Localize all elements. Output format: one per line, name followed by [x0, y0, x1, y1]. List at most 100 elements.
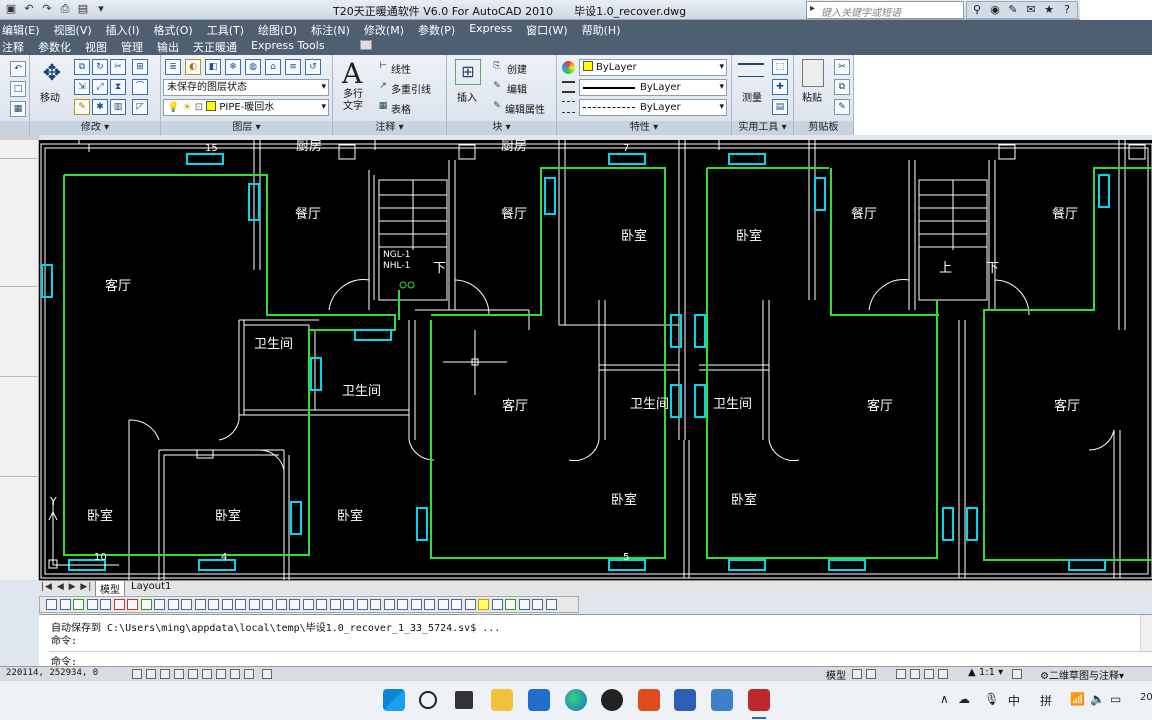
layer-freeze-icon[interactable]: ❄	[225, 59, 241, 75]
store-icon[interactable]	[528, 689, 550, 711]
insert-button[interactable]: 插入	[457, 89, 477, 104]
tz-tool-7-icon[interactable]	[140, 599, 152, 610]
tz-tool-17-icon[interactable]	[275, 599, 287, 610]
tz-tool-0-icon[interactable]	[46, 599, 57, 610]
measure-icon[interactable]	[738, 63, 764, 77]
current-layer-dropdown[interactable]: 💡 ☀ ⊡ PIPE-暖回水	[163, 99, 329, 116]
copy-clip-icon[interactable]: ⧉	[834, 79, 850, 95]
qp-toggle[interactable]	[262, 669, 272, 679]
tz-tool-16-icon[interactable]	[262, 599, 273, 610]
menu-item-2[interactable]: 插入(I)	[106, 22, 140, 38]
tz-tool-29-icon[interactable]	[437, 599, 449, 610]
dell-icon[interactable]	[601, 689, 623, 711]
tz-tool-32-icon[interactable]	[478, 599, 489, 610]
ribbon-tab-0[interactable]: 注释	[2, 39, 24, 55]
paste-icon[interactable]	[802, 59, 824, 87]
mirror-icon[interactable]: ⧗	[110, 79, 126, 95]
lwt-toggle[interactable]	[244, 669, 254, 679]
offset-icon[interactable]: ▥	[110, 99, 126, 115]
floor-plan[interactable]: 厨房 厨房 餐厅 餐厅 餐厅 餐厅 客厅 客厅 客厅 客厅 卧室 卧室 卧室 卧…	[39, 140, 1152, 580]
file-explorer-icon[interactable]	[491, 689, 513, 711]
menu-item-10[interactable]: 窗口(W)	[526, 22, 567, 38]
rectangle-icon[interactable]: □	[10, 81, 26, 97]
onedrive-icon[interactable]: ☁	[958, 692, 970, 706]
tz-tool-27-icon[interactable]	[410, 599, 422, 610]
menu-item-5[interactable]: 绘图(D)	[258, 22, 297, 38]
steering-wheel-icon[interactable]	[924, 669, 934, 679]
command-scrollbar[interactable]	[1140, 615, 1152, 651]
word-icon[interactable]	[674, 689, 696, 711]
tz-tool-6-icon[interactable]	[127, 599, 138, 610]
microphone-icon[interactable]: 🎙	[984, 692, 999, 706]
tz-tool-18-icon[interactable]	[289, 599, 300, 610]
tz-tool-1-icon[interactable]	[59, 599, 71, 610]
layer-off-icon[interactable]: ◍	[245, 59, 261, 75]
create-block-button[interactable]: 创建	[507, 61, 527, 76]
undo-small-icon[interactable]: ↶	[10, 61, 26, 77]
utilities-panel-label[interactable]: 实用工具 ▾	[732, 121, 793, 135]
color-dropdown[interactable]: ByLayer	[579, 59, 727, 76]
insert-block-icon[interactable]: ⊞	[455, 59, 481, 85]
block-panel-label[interactable]: 块 ▾	[447, 121, 556, 135]
lineweight-dropdown[interactable]: ByLayer	[579, 79, 727, 96]
paste-button[interactable]: 粘贴	[802, 89, 822, 104]
quick-view-layouts-icon[interactable]	[852, 669, 862, 679]
tz-tool-13-icon[interactable]	[221, 599, 233, 610]
tz-tool-31-icon[interactable]	[464, 599, 476, 610]
tab-model[interactable]: 模型	[95, 581, 125, 597]
snap-toggle[interactable]	[132, 669, 142, 679]
ribbon-tab-2[interactable]: 视图	[85, 39, 107, 55]
annotation-panel-label[interactable]: 注释 ▾	[333, 121, 446, 135]
tz-tool-23-icon[interactable]	[356, 599, 368, 610]
tz-tool-21-icon[interactable]	[329, 599, 341, 610]
menu-item-7[interactable]: 修改(M)	[364, 22, 404, 38]
communication-icon[interactable]: ✉	[1023, 2, 1039, 18]
mleader-icon[interactable]: ↗	[375, 79, 391, 95]
search-taskbar-icon[interactable]	[419, 691, 437, 709]
tz-tool-3-icon[interactable]	[86, 599, 98, 610]
layer-isolate-icon[interactable]: ◧	[205, 59, 221, 75]
tz-tool-20-icon[interactable]	[316, 599, 327, 610]
ime-mode-indicator[interactable]: 中	[1008, 692, 1020, 709]
tz-tool-4-icon[interactable]	[100, 599, 111, 610]
wifi-icon[interactable]: 📶	[1070, 692, 1085, 706]
tz-tool-35-icon[interactable]	[518, 599, 530, 610]
layer-state-icon[interactable]: ◐	[185, 59, 201, 75]
star-icon[interactable]: ★	[1041, 2, 1057, 18]
tz-tool-25-icon[interactable]	[383, 599, 395, 610]
menu-item-9[interactable]: Express	[469, 22, 512, 38]
windows-start-icon[interactable]	[383, 689, 405, 711]
tz-tool-22-icon[interactable]	[343, 599, 354, 610]
table-icon[interactable]: ▦	[375, 99, 391, 115]
undo-icon[interactable]: ↶	[22, 2, 36, 16]
zoom-icon[interactable]	[910, 669, 920, 679]
print-icon[interactable]: ⎙	[58, 2, 72, 16]
command-window[interactable]: 自动保存到 C:\Users\ming\appdata\local\temp\毕…	[39, 614, 1152, 668]
ribbon-tab-3[interactable]: 管理	[121, 39, 143, 55]
tz-tool-2-icon[interactable]	[73, 599, 84, 610]
help-icon[interactable]: ?	[1059, 2, 1075, 18]
plot-icon[interactable]: ▤	[76, 2, 90, 16]
ortho-toggle[interactable]	[160, 669, 170, 679]
layer-lock-icon[interactable]: ⌂	[265, 59, 281, 75]
tz-tool-5-icon[interactable]	[113, 599, 125, 610]
menu-item-8[interactable]: 参数(P)	[418, 22, 455, 38]
copy-icon[interactable]: ⧉	[74, 59, 90, 75]
table-button[interactable]: 表格	[391, 101, 411, 116]
subscription-icon[interactable]: ◉	[987, 2, 1003, 18]
tz-tool-12-icon[interactable]	[208, 599, 219, 610]
edge-icon[interactable]	[565, 689, 587, 711]
move-button[interactable]: 移动	[40, 89, 60, 104]
layer-properties-icon[interactable]: ≣	[165, 59, 181, 75]
tz-tool-36-icon[interactable]	[532, 599, 543, 610]
quick-view-drawings-icon[interactable]	[866, 669, 876, 679]
menu-item-1[interactable]: 视图(V)	[54, 22, 92, 38]
ribbon-tab-4[interactable]: 输出	[157, 39, 179, 55]
properties-panel-label[interactable]: 特性 ▾	[557, 121, 731, 135]
menu-item-0[interactable]: 编辑(E)	[2, 22, 40, 38]
menu-item-4[interactable]: 工具(T)	[207, 22, 244, 38]
osnap-toggle[interactable]	[188, 669, 198, 679]
save-icon[interactable]: ▣	[4, 2, 18, 16]
tz-tool-34-icon[interactable]	[505, 599, 516, 610]
binoculars-icon[interactable]: ⚲	[969, 2, 985, 18]
